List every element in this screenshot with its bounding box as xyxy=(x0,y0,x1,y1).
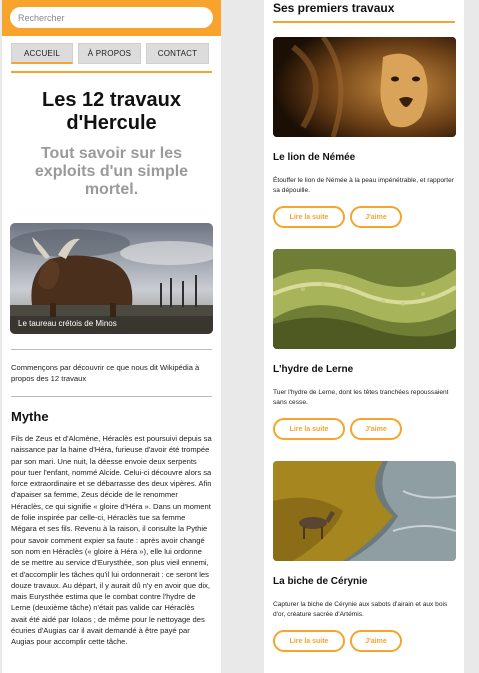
work-card-title: Le lion de Némée xyxy=(273,152,356,163)
like-button[interactable]: J'aime xyxy=(350,206,402,228)
work-card-hydra: L'hydre de Lerne Tuer l'hydre de Lerne, … xyxy=(273,249,456,440)
read-more-button[interactable]: Lire la suite xyxy=(273,206,345,228)
divider xyxy=(11,349,212,350)
top-bar xyxy=(2,0,221,36)
work-card-lion: Le lion de Némée Étouffer le lion de Ném… xyxy=(273,37,456,228)
work-card-text: Étouffer le lion de Némée à la peau impé… xyxy=(273,177,454,194)
like-button[interactable]: J'aime xyxy=(350,630,402,652)
read-more-button[interactable]: Lire la suite xyxy=(273,630,345,652)
work-card-title: La biche de Cérynie xyxy=(273,576,368,587)
mythe-heading: Mythe xyxy=(11,409,49,424)
left-column: ACCUEIL À PROPOS CONTACT Les 12 travaux … xyxy=(2,0,221,673)
right-column: Ses premiers travaux Le lion de Némée Ét… xyxy=(264,0,464,673)
divider xyxy=(11,396,212,397)
bull-image xyxy=(10,223,213,334)
hero-caption: Le taureau crétois de Minos xyxy=(18,319,117,328)
page-subtitle: Tout savoir sur les exploits d'un simple… xyxy=(34,145,189,198)
search-input[interactable] xyxy=(10,7,213,28)
deer-image xyxy=(273,461,456,561)
read-more-button[interactable]: Lire la suite xyxy=(273,418,345,440)
nav-about-button[interactable]: À PROPOS xyxy=(78,43,141,64)
nav-home-button[interactable]: ACCUEIL xyxy=(11,43,73,64)
section-divider xyxy=(273,21,455,23)
work-card-deer: La biche de Cérynie Capturer la biche de… xyxy=(273,461,456,652)
page-title: Les 12 travaux d'Hercule xyxy=(42,89,181,134)
main-nav: ACCUEIL À PROPOS CONTACT xyxy=(2,36,221,64)
hero-image: Le taureau crétois de Minos xyxy=(10,223,213,334)
work-card-text: Capturer la biche de Cérynie aux sabots … xyxy=(273,601,448,618)
work-card-title: L'hydre de Lerne xyxy=(273,364,354,375)
work-card-text: Tuer l'hydre de Lerne, dont les têtes tr… xyxy=(273,389,449,406)
works-section-title: Ses premiers travaux xyxy=(273,1,395,15)
intro-text: Commençons par découvrir ce que nous dit… xyxy=(11,363,200,383)
nav-divider xyxy=(11,71,212,73)
nav-contact-button[interactable]: CONTACT xyxy=(146,43,209,64)
mythe-text: Fils de Zeus et d'Alcmène, Héraclès est … xyxy=(11,434,212,647)
lion-image xyxy=(273,37,456,137)
like-button[interactable]: J'aime xyxy=(350,418,402,440)
page: ACCUEIL À PROPOS CONTACT Les 12 travaux … xyxy=(0,0,479,673)
snake-image xyxy=(273,249,456,349)
